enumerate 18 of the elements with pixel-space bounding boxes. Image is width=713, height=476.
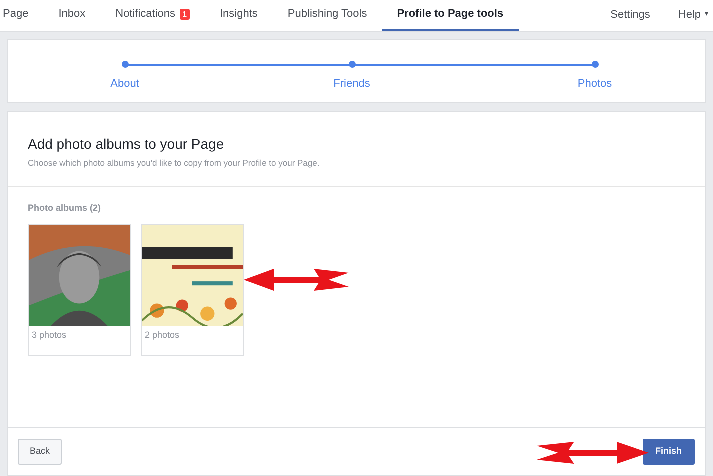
step-label[interactable]: About xyxy=(110,76,140,92)
nav-tab[interactable]: Insights xyxy=(205,0,273,31)
nav-tab[interactable]: Profile to Page tools xyxy=(382,0,519,31)
nav-tab[interactable]: Publishing Tools xyxy=(272,0,382,31)
nav-tab[interactable]: Notifications 1 xyxy=(100,0,205,31)
step-label[interactable]: Photos xyxy=(578,76,612,92)
nav-tab[interactable]: Inbox xyxy=(44,0,101,31)
step-label[interactable]: Friends xyxy=(334,76,370,92)
albums-heading: Photo albums (2) xyxy=(28,202,102,215)
section-title: Add photo albums to your Page xyxy=(28,135,226,154)
notification-badge: 1 xyxy=(180,9,190,20)
section-subtitle: Choose which photo albums you'd like to copy from your Profile to your Page. xyxy=(28,157,321,170)
album-photo-count: 3 photos xyxy=(31,329,68,342)
settings-link[interactable]: Settings xyxy=(596,0,664,31)
album-photo-count: 2 photos xyxy=(144,329,181,342)
back-button[interactable]: Back xyxy=(18,438,62,464)
finish-button[interactable]: Finish xyxy=(642,438,695,464)
nav-tab[interactable]: Page xyxy=(0,0,44,31)
